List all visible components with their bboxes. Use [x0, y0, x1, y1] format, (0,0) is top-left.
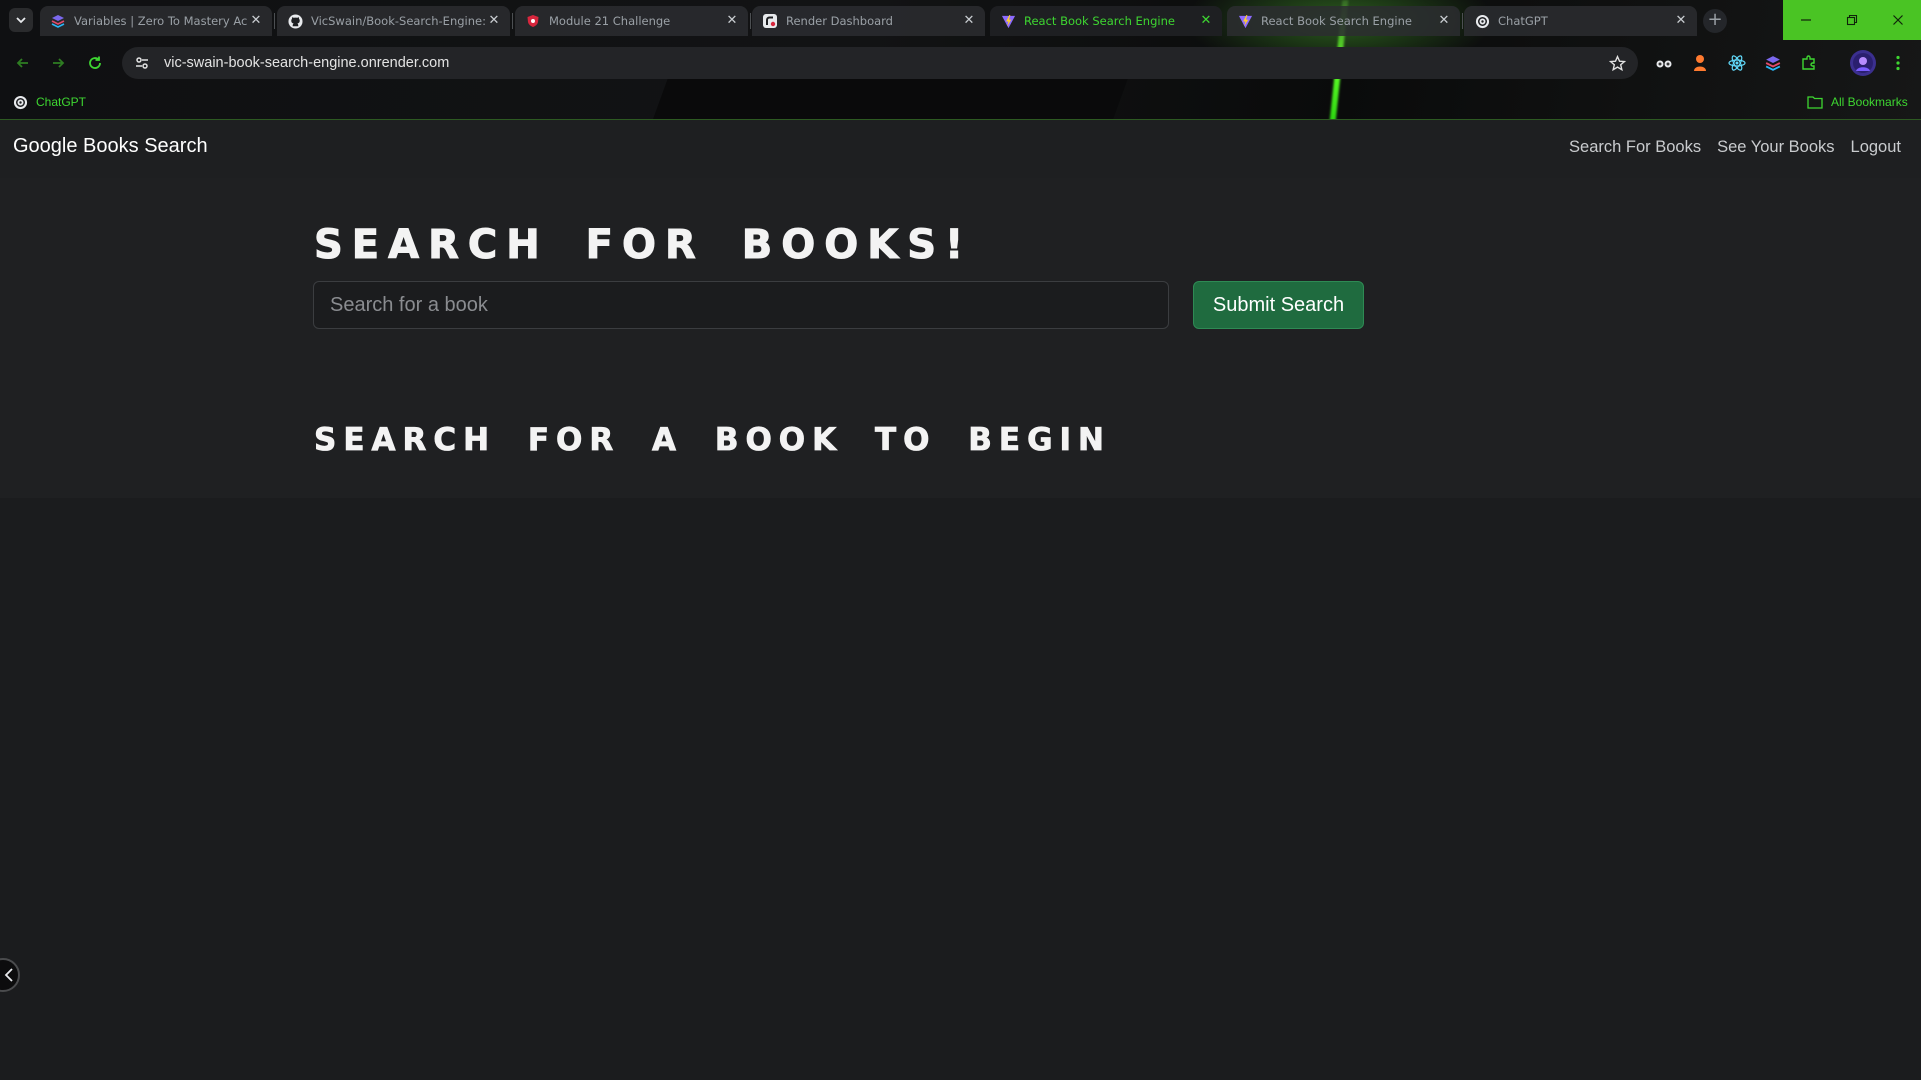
profile-avatar[interactable]	[1850, 50, 1876, 76]
reload-button[interactable]	[82, 50, 108, 76]
site-settings-icon[interactable]	[134, 55, 150, 71]
reload-icon	[89, 56, 101, 69]
chatgpt-icon	[1474, 13, 1490, 29]
canvas-shield-icon	[525, 13, 541, 29]
tab-strip: Variables | Zero To Mastery Aca ✕ VicSwa…	[0, 0, 1921, 40]
back-button[interactable]	[10, 50, 36, 76]
bookmarks-bar: ChatGPT All Bookmarks	[0, 86, 1921, 120]
side-panel-toggle[interactable]	[0, 958, 20, 992]
forward-button[interactable]	[45, 50, 71, 76]
chevron-left-icon	[4, 968, 13, 982]
close-icon[interactable]: ✕	[1198, 13, 1214, 29]
brand-link[interactable]: Google Books Search	[13, 135, 208, 158]
browser-toolbar: vic-swain-book-search-engine.onrender.co…	[0, 40, 1921, 86]
folder-icon	[1807, 94, 1823, 110]
new-tab-button[interactable]: +	[1703, 9, 1727, 33]
ztm-logo-icon	[50, 13, 66, 29]
submit-search-button[interactable]: Submit Search	[1193, 281, 1364, 329]
avatar-icon	[1853, 53, 1873, 73]
tab-title: Render Dashboard	[786, 14, 893, 28]
render-icon	[762, 13, 778, 29]
browser-chrome: Variables | Zero To Mastery Aca ✕ VicSwa…	[0, 0, 1921, 120]
nav-see-your-books-link[interactable]: See Your Books	[1717, 138, 1834, 157]
close-icon[interactable]: ✕	[1436, 13, 1452, 29]
chatgpt-icon	[12, 94, 28, 110]
app-navbar: Google Books Search Search For Books See…	[0, 120, 1921, 178]
star-icon[interactable]	[1609, 54, 1626, 72]
all-bookmarks-button[interactable]: All Bookmarks	[1807, 94, 1908, 110]
tab-title: ChatGPT	[1498, 14, 1548, 28]
kebab-menu-icon[interactable]	[1888, 53, 1908, 73]
page-title: SEARCH FOR BOOKS!	[313, 222, 973, 269]
close-icon[interactable]: ✕	[1673, 13, 1689, 29]
vite-icon	[1237, 13, 1253, 29]
tab-0[interactable]: Variables | Zero To Mastery Aca ✕	[40, 6, 275, 36]
tab-4[interactable]: React Book Search Engine ✕	[990, 6, 1222, 36]
github-icon	[287, 13, 303, 29]
tab-1[interactable]: VicSwain/Book-Search-Engine: ✕	[277, 6, 513, 36]
puzzle-extensions-icon[interactable]	[1799, 53, 1819, 73]
tab-title: React Book Search Engine	[1261, 14, 1412, 28]
tab-3[interactable]: Render Dashboard ✕	[752, 6, 985, 36]
person-extension-icon[interactable]	[1690, 53, 1710, 73]
tab-6[interactable]: ChatGPT ✕	[1464, 6, 1697, 36]
glasses-extension-icon[interactable]	[1654, 53, 1674, 73]
nav-logout-link[interactable]: Logout	[1851, 138, 1901, 157]
tab-separator	[750, 13, 751, 29]
minimize-icon	[1801, 19, 1811, 21]
tab-separator	[512, 13, 513, 29]
tab-title: Variables | Zero To Mastery Aca	[74, 14, 248, 28]
close-icon[interactable]: ✕	[724, 13, 740, 29]
tab-2[interactable]: Module 21 Challenge ✕	[515, 6, 751, 36]
nav-links: Search For Books See Your Books Logout	[1569, 138, 1901, 157]
tab-separator	[274, 13, 275, 29]
tab-search-button[interactable]	[9, 8, 33, 32]
arrow-left-icon	[16, 58, 28, 68]
tab-5[interactable]: React Book Search Engine ✕	[1227, 6, 1463, 36]
restore-button[interactable]	[1829, 0, 1875, 40]
tab-title: Module 21 Challenge	[549, 14, 671, 28]
close-icon[interactable]: ✕	[248, 13, 264, 29]
tab-separator	[1462, 13, 1463, 29]
search-input[interactable]	[313, 281, 1169, 329]
react-devtools-icon[interactable]	[1727, 53, 1747, 73]
vite-icon	[1000, 13, 1016, 29]
tab-title: VicSwain/Book-Search-Engine:	[311, 14, 486, 28]
restore-icon	[1846, 14, 1858, 26]
minimize-button[interactable]	[1783, 0, 1829, 40]
bookmark-label: ChatGPT	[36, 95, 87, 109]
results-heading: SEARCH FOR A BOOK TO BEGIN	[314, 422, 1111, 459]
url-text[interactable]: vic-swain-book-search-engine.onrender.co…	[164, 55, 1609, 71]
bookmark-chatgpt[interactable]: ChatGPT	[12, 94, 86, 110]
close-window-button[interactable]	[1875, 0, 1921, 40]
nav-search-books-link[interactable]: Search For Books	[1569, 138, 1701, 157]
all-bookmarks-label: All Bookmarks	[1831, 95, 1908, 109]
close-icon[interactable]: ✕	[486, 13, 502, 29]
ztm-extension-icon[interactable]	[1763, 53, 1783, 73]
address-bar[interactable]: vic-swain-book-search-engine.onrender.co…	[122, 47, 1638, 79]
arrow-right-icon	[53, 58, 65, 68]
app-page: Google Books Search Search For Books See…	[0, 120, 1921, 1080]
tab-title: React Book Search Engine	[1024, 14, 1175, 28]
close-icon	[1893, 15, 1903, 25]
close-icon[interactable]: ✕	[961, 13, 977, 29]
chevron-down-icon	[16, 17, 26, 24]
